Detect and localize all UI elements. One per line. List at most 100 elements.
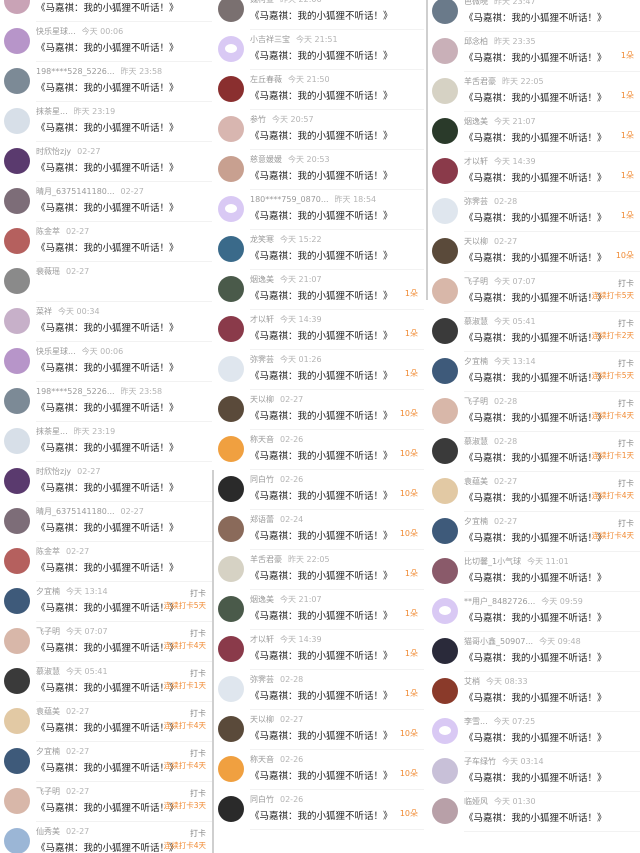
avatar[interactable] bbox=[218, 156, 244, 182]
comment-row[interactable]: 李雪... 今天 07:25 《马嘉祺：我的小狐狸不听话！》 bbox=[428, 712, 640, 752]
user-name[interactable]: 快乐星球... 今天 00:06 bbox=[36, 26, 123, 37]
comment-row[interactable]: 天以柳 02-27 《马嘉祺：我的小狐狸不听话！》 10朵 bbox=[428, 232, 640, 272]
avatar[interactable] bbox=[4, 588, 30, 614]
avatar[interactable] bbox=[432, 758, 458, 784]
avatar[interactable] bbox=[218, 516, 244, 542]
avatar[interactable] bbox=[4, 108, 30, 134]
user-name[interactable]: 同白竹 02-26 bbox=[250, 474, 303, 485]
avatar[interactable] bbox=[432, 558, 458, 584]
comment-row[interactable]: 袁蕴美 02-27 《马嘉祺：我的小狐狸不听话！》 打卡 连续打卡4天 bbox=[0, 702, 212, 742]
avatar[interactable] bbox=[218, 596, 244, 622]
comment-row[interactable]: 夕宜楠 今天 13:14 《马嘉祺：我的小狐狸不听话！》 打卡 连续打卡5天 bbox=[0, 582, 212, 622]
avatar[interactable] bbox=[4, 268, 30, 294]
comment-row[interactable]: 魏柯萱昨天 22:06 《马嘉祺：我的小狐狸不听话！》 bbox=[214, 0, 424, 30]
user-name[interactable]: 抹茶星... 昨天 23:19 bbox=[36, 426, 115, 437]
user-name[interactable]: 飞子明 02-28 bbox=[464, 396, 517, 407]
user-name[interactable]: 天以柳 02-27 bbox=[250, 394, 303, 405]
comment-row[interactable]: 称天音 02-26 《马嘉祺：我的小狐狸不听话！》 10朵 bbox=[214, 750, 424, 790]
avatar[interactable] bbox=[432, 0, 458, 24]
comment-row[interactable]: 芭微晓 昨天 23:47 《马嘉祺：我的小狐狸不听话！》 bbox=[428, 0, 640, 32]
user-name[interactable]: 弥霁芸 今天 01:26 bbox=[250, 354, 322, 365]
avatar[interactable] bbox=[218, 756, 244, 782]
user-name[interactable]: 晴月_6375141180... 02-27 bbox=[36, 506, 144, 517]
comment-row[interactable]: 称天音 02-26 《马嘉祺：我的小狐狸不听话！》 10朵 bbox=[214, 430, 424, 470]
avatar[interactable] bbox=[432, 278, 458, 304]
user-name[interactable]: 慕淑慧 今天 05:41 bbox=[36, 666, 108, 677]
avatar[interactable] bbox=[432, 798, 458, 824]
comment-row[interactable]: 天以柳 02-27 《马嘉祺：我的小狐狸不听话！》 10朵 bbox=[214, 390, 424, 430]
avatar[interactable] bbox=[4, 788, 30, 814]
avatar[interactable] bbox=[432, 678, 458, 704]
user-name[interactable]: 夕宜楠 今天 13:14 bbox=[36, 586, 108, 597]
avatar[interactable] bbox=[218, 636, 244, 662]
user-name[interactable]: 飞子明 今天 07:07 bbox=[464, 276, 536, 287]
avatar[interactable] bbox=[4, 548, 30, 574]
avatar[interactable] bbox=[4, 28, 30, 54]
avatar[interactable] bbox=[4, 748, 30, 774]
avatar[interactable] bbox=[218, 116, 244, 142]
avatar[interactable] bbox=[218, 0, 244, 22]
avatar[interactable] bbox=[4, 628, 30, 654]
comment-row[interactable]: 龙笑寒 今天 15:22 《马嘉祺：我的小狐狸不听话！》 bbox=[214, 230, 424, 270]
user-name[interactable]: 称天音 02-26 bbox=[250, 754, 303, 765]
comment-row[interactable]: 弥霁芸 02-28 《马嘉祺：我的小狐狸不听话！》 1朵 bbox=[428, 192, 640, 232]
avatar[interactable] bbox=[432, 718, 458, 744]
comment-row[interactable]: 慈意媛媛 今天 20:53 《马嘉祺：我的小狐狸不听话！》 bbox=[214, 150, 424, 190]
user-name[interactable]: 袁蕴美 02-27 bbox=[464, 476, 517, 487]
comment-row[interactable]: 烟逸美 今天 21:07 《马嘉祺：我的小狐狸不听话！》 1朵 bbox=[428, 112, 640, 152]
comment-row[interactable]: 慕淑慧 今天 05:41 《马嘉祺：我的小狐狸不听话！》 打卡 连续打卡2天 bbox=[428, 312, 640, 352]
user-name[interactable]: 陈金萃 02-27 bbox=[36, 546, 89, 557]
user-name[interactable]: 弥霁芸 02-28 bbox=[250, 674, 303, 685]
avatar[interactable] bbox=[218, 276, 244, 302]
avatar[interactable] bbox=[218, 76, 244, 102]
user-name[interactable]: 晴月_6375141180... 02-27 bbox=[36, 186, 144, 197]
user-name[interactable]: 慈意媛媛 今天 20:53 bbox=[250, 154, 330, 165]
user-name[interactable]: 烟逸美 今天 21:07 bbox=[250, 274, 322, 285]
comment-row[interactable]: 艾梢 今天 08:33 《马嘉祺：我的小狐狸不听话！》 bbox=[428, 672, 640, 712]
user-name[interactable]: 小吉祥三宝 今天 21:51 bbox=[250, 34, 338, 45]
comment-row[interactable]: **用户_8482726... 今天 09:59 《马嘉祺：我的小狐狸不听话！》 bbox=[428, 592, 640, 632]
comment-row[interactable]: 羊舌君豪 昨天 22:05 《马嘉祺：我的小狐狸不听话！》 1朵 bbox=[214, 550, 424, 590]
user-name[interactable]: 仙秀美 02-27 bbox=[36, 826, 89, 837]
comment-row[interactable]: 仙秀美 02-27 《马嘉祺：我的小狐狸不听话！》 打卡 连续打卡4天 bbox=[0, 822, 212, 853]
comment-row[interactable]: 抹茶星... 昨天 23:19 《马嘉祺：我的小狐狸不听话！》 bbox=[0, 102, 212, 142]
comment-row[interactable]: 才以轩 今天 14:39 《马嘉祺：我的小狐狸不听话！》 1朵 bbox=[428, 152, 640, 192]
avatar[interactable] bbox=[432, 78, 458, 104]
comment-row[interactable]: 才以轩 今天 14:39 《马嘉祺：我的小狐狸不听话！》 1朵 bbox=[214, 310, 424, 350]
user-name[interactable]: **用户_8482726... 今天 09:59 bbox=[464, 596, 583, 607]
comment-row[interactable]: 弥霁芸 02-28 《马嘉祺：我的小狐狸不听话！》 1朵 bbox=[214, 670, 424, 710]
user-name[interactable]: 飞子明 今天 07:07 bbox=[36, 626, 108, 637]
comment-row[interactable]: 羊舌君豪 昨天 22:05 《马嘉祺：我的小狐狸不听话！》 1朵 bbox=[428, 72, 640, 112]
avatar[interactable] bbox=[432, 38, 458, 64]
comment-row[interactable]: 198****528_5226... 昨天 23:58 《马嘉祺：我的小狐狸不听话！… bbox=[0, 382, 212, 422]
avatar[interactable] bbox=[432, 238, 458, 264]
avatar[interactable] bbox=[4, 828, 30, 853]
comment-row[interactable]: 时欣怡zjy 02-27 《马嘉祺：我的小狐狸不听话！》 bbox=[0, 462, 212, 502]
comment-row[interactable]: 猫哥小鑫_50907... 今天 09:48 《马嘉祺：我的小狐狸不听话！》 bbox=[428, 632, 640, 672]
user-name[interactable]: 子车绿竹 今天 03:14 bbox=[464, 756, 544, 767]
user-name[interactable]: 180****759_0870... 昨天 18:54 bbox=[250, 194, 376, 205]
avatar[interactable] bbox=[4, 428, 30, 454]
user-name[interactable]: 才以轩 今天 14:39 bbox=[250, 314, 322, 325]
comment-row[interactable]: 快乐星球... 今天 00:06 《马嘉祺：我的小狐狸不听话！》 bbox=[0, 22, 212, 62]
comment-row[interactable]: 慕淑慧 今天 05:41 《马嘉祺：我的小狐狸不听话！》 打卡 连续打卡1天 bbox=[0, 662, 212, 702]
comment-row[interactable]: 天以柳 02-27 《马嘉祺：我的小狐狸不听话！》 10朵 bbox=[214, 710, 424, 750]
comment-row[interactable]: 菜祥 今天 00:34 《马嘉祺：我的小狐狸不听话！》 bbox=[0, 302, 212, 342]
user-name[interactable]: 天以柳 02-27 bbox=[464, 236, 517, 247]
avatar[interactable] bbox=[218, 676, 244, 702]
comment-row[interactable]: 180****759_0870... 昨天 18:54 《马嘉祺：我的小狐狸不听话！… bbox=[214, 190, 424, 230]
user-name[interactable]: 邱念柏 昨天 23:35 bbox=[464, 36, 536, 47]
comment-row[interactable]: 抹茶星... 昨天 23:19 《马嘉祺：我的小狐狸不听话！》 bbox=[0, 422, 212, 462]
comment-row[interactable]: 夕宜楠 02-27 《马嘉祺：我的小狐狸不听话！》 打卡 连续打卡4天 bbox=[428, 512, 640, 552]
comment-row[interactable]: 烟逸美 今天 21:07 《马嘉祺：我的小狐狸不听话！》 1朵 bbox=[214, 590, 424, 630]
user-name[interactable]: 弥霁芸 02-28 bbox=[464, 196, 517, 207]
comment-row[interactable]: 飞子明 今天 07:07 《马嘉祺：我的小狐狸不听话！》 打卡 连续打卡5天 bbox=[428, 272, 640, 312]
comment-row[interactable]: 快乐星球... 今天 00:06 《马嘉祺：我的小狐狸不听话！》 bbox=[0, 342, 212, 382]
avatar[interactable] bbox=[218, 556, 244, 582]
user-name[interactable]: 羊舌君豪 昨天 22:05 bbox=[250, 554, 330, 565]
avatar[interactable] bbox=[4, 188, 30, 214]
avatar[interactable] bbox=[4, 708, 30, 734]
comment-row[interactable]: 晴月_6375141180... 02-27 《马嘉祺：我的小狐狸不听话！》 bbox=[0, 182, 212, 222]
user-name[interactable]: 快乐星球... 今天 00:06 bbox=[36, 346, 123, 357]
avatar[interactable] bbox=[432, 478, 458, 504]
